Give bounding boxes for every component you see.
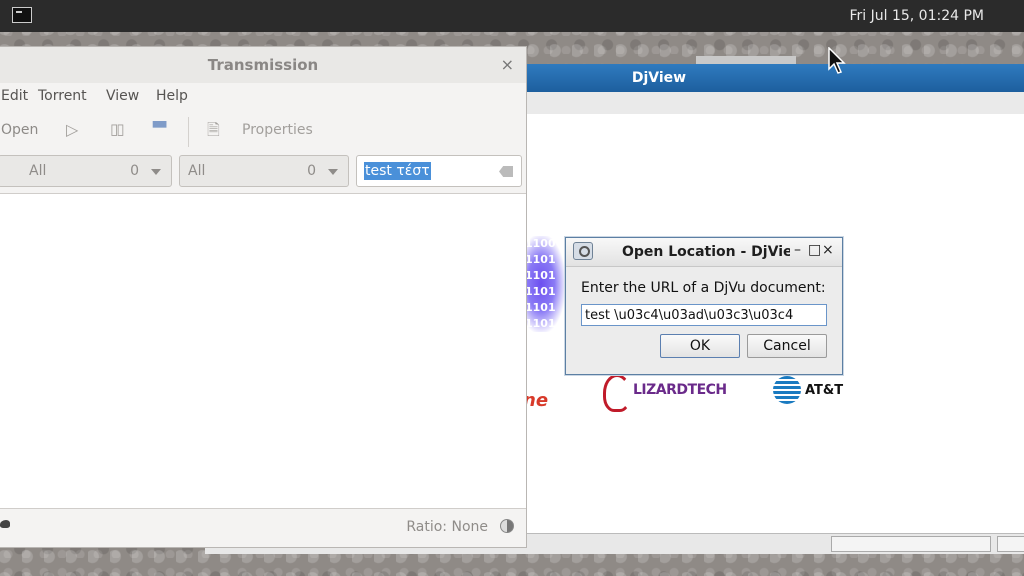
open-button[interactable]: Open	[1, 122, 38, 138]
binary-digits-art: 1100 1101 1101 1101 1101 1101	[525, 236, 565, 332]
djview-app-icon	[573, 242, 593, 260]
close-icon[interactable]: ×	[501, 55, 514, 74]
close-icon[interactable]: ×	[822, 242, 834, 258]
top-panel: Fri Jul 15, 01:24 PM	[0, 0, 1024, 32]
transmission-titlebar[interactable]: Transmission ×	[0, 47, 526, 84]
menu-torrent[interactable]: Torrent	[38, 88, 87, 104]
turtle-icon[interactable]	[0, 520, 10, 528]
status-field	[831, 536, 991, 552]
lizard-mark-icon	[603, 374, 631, 412]
terminal-icon[interactable]	[12, 7, 32, 23]
att-text: AT&T	[805, 383, 844, 398]
properties-icon[interactable]: 🗎	[207, 119, 220, 146]
menubar: Edit Torrent View Help	[0, 83, 526, 109]
toolbar: Open ▷ ▯▯ ▬ 🗎 Properties	[0, 109, 526, 153]
menu-edit[interactable]: Edit	[1, 88, 28, 104]
chevron-down-icon	[151, 169, 161, 175]
att-globe-icon	[773, 376, 801, 404]
djview-title: DjView	[631, 70, 687, 86]
properties-button[interactable]: Properties	[242, 122, 313, 138]
toolbar-separator	[188, 117, 189, 147]
panel-clock[interactable]: Fri Jul 15, 01:24 PM	[849, 8, 984, 24]
tracker-filter-combo[interactable]: All 0	[179, 155, 349, 187]
chevron-down-icon	[328, 169, 338, 175]
minimize-icon[interactable]: –	[794, 242, 801, 258]
activity-filter-combo[interactable]: All 0	[0, 155, 172, 187]
dialog-title: Open Location - DjView	[622, 244, 790, 260]
start-icon[interactable]: ▷	[66, 120, 78, 139]
transmission-window: Transmission × Edit Torrent View Help Op…	[0, 46, 527, 548]
lizardtech-logo: LIZARDTECH	[603, 372, 727, 416]
window-title: Transmission	[207, 56, 319, 74]
clear-icon[interactable]	[499, 166, 513, 177]
filterbar: All 0 All 0 test τέστ	[0, 153, 526, 193]
statusbar: Ratio: None	[0, 507, 526, 547]
remove-icon[interactable]: ▬	[151, 113, 168, 134]
torrent-list[interactable]	[0, 193, 526, 509]
ok-button[interactable]: OK	[660, 334, 740, 358]
lizardtech-text: LIZARDTECH	[633, 382, 727, 398]
search-input-text: test τέστ	[364, 162, 431, 180]
search-input[interactable]: test τέστ	[356, 155, 522, 187]
menu-help[interactable]: Help	[156, 88, 188, 104]
cancel-button[interactable]: Cancel	[747, 334, 827, 358]
url-input[interactable]	[581, 304, 827, 326]
maximize-icon[interactable]: □	[808, 242, 821, 258]
pause-icon[interactable]: ▯▯	[110, 120, 124, 138]
ratio-label: Ratio: None	[406, 519, 488, 535]
ratio-icon[interactable]	[500, 519, 514, 533]
dialog-prompt: Enter the URL of a DjVu document:	[581, 280, 826, 296]
status-field	[997, 536, 1024, 552]
menu-view[interactable]: View	[106, 88, 139, 104]
dialog-titlebar[interactable]: Open Location - DjView – □ ×	[566, 238, 842, 267]
open-location-dialog: Open Location - DjView – □ × Enter the U…	[565, 237, 843, 375]
